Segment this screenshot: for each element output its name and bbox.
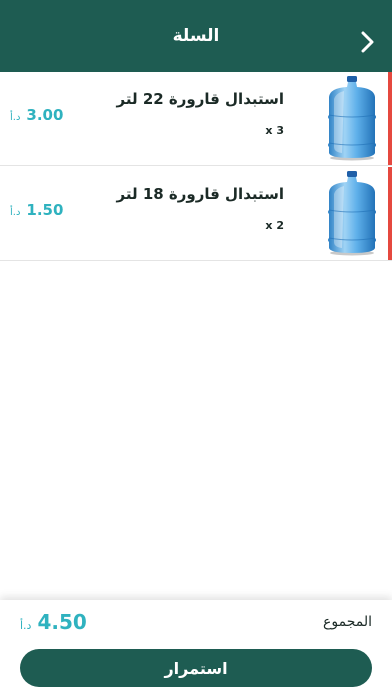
price-value: 3.00: [26, 106, 64, 124]
cart-item[interactable]: استبدال قارورة 18 لتر x 2 د.أ 1.50: [0, 167, 392, 261]
cart-footer: المجموع د.أ 4.50 استمرار: [0, 600, 392, 696]
total-price: د.أ 4.50: [20, 610, 87, 634]
total-value: 4.50: [37, 610, 87, 634]
currency-label: د.أ: [10, 207, 21, 218]
app-header: السلة: [0, 0, 392, 72]
page-title: السلة: [172, 26, 220, 46]
item-quantity: x 3: [265, 124, 284, 137]
currency-label: د.أ: [20, 619, 32, 632]
swipe-indicator: [388, 72, 392, 165]
item-price: د.أ 1.50: [10, 201, 63, 219]
total-label: المجموع: [323, 614, 372, 630]
water-bottle-icon: [324, 75, 380, 161]
water-bottle-icon: [324, 170, 380, 256]
item-name: استبدال قارورة 22 لتر: [116, 90, 285, 108]
currency-label: د.أ: [10, 112, 21, 123]
price-value: 1.50: [26, 201, 64, 219]
back-button[interactable]: [358, 30, 378, 54]
cart-item[interactable]: استبدال قارورة 22 لتر x 3 د.أ 3.00: [0, 72, 392, 166]
continue-button[interactable]: استمرار: [20, 649, 372, 687]
chevron-right-icon: [361, 31, 374, 53]
item-price: د.أ 3.00: [10, 106, 63, 124]
swipe-indicator: [388, 167, 392, 260]
item-quantity: x 2: [265, 219, 284, 232]
item-name: استبدال قارورة 18 لتر: [116, 185, 285, 203]
